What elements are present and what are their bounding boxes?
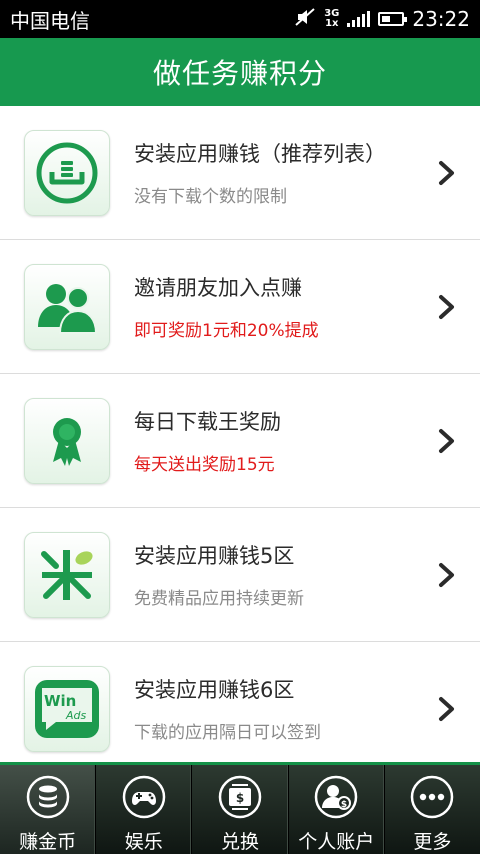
tab-earn-coins[interactable]: 赚金币: [0, 765, 97, 854]
task-subtitle: 每天送出奖励15元: [134, 455, 275, 475]
tab-label: 赚金币: [19, 831, 77, 853]
tab-more[interactable]: 更多: [385, 765, 480, 854]
chevron-right-icon: [438, 696, 456, 726]
svg-text:Win: Win: [44, 692, 76, 710]
friends-icon: [24, 263, 110, 350]
task-list: 安装应用赚钱（推荐列表） 没有下载个数的限制 邀请朋友加入点赚 即可奖励1元和2…: [0, 106, 480, 762]
download-tray-icon: [24, 129, 110, 216]
signal-icon: [347, 11, 371, 27]
winads-logo-icon: Win Ads: [24, 665, 110, 752]
carrier-name: 中国电信: [10, 8, 90, 33]
network-1x-label: 1x: [325, 18, 339, 29]
task-item-daily-download-king[interactable]: 每日下载王奖励 每天送出奖励15元: [0, 374, 480, 508]
task-item-invite-friends[interactable]: 邀请朋友加入点赚 即可奖励1元和20%提成: [0, 240, 480, 374]
task-subtitle: 即可奖励1元和20%提成: [134, 321, 319, 341]
tab-label: 兑换: [221, 831, 260, 853]
chevron-right-icon: [438, 294, 456, 324]
gamepad-icon: [121, 775, 167, 819]
task-title: 安装应用赚钱5区: [134, 544, 295, 568]
account-icon: $: [313, 775, 359, 819]
task-item-install-zone5[interactable]: 安装应用赚钱5区 免费精品应用持续更新: [0, 508, 480, 642]
exchange-icon: $: [217, 775, 263, 819]
svg-text:Ads: Ads: [65, 709, 87, 722]
task-title: 邀请朋友加入点赚: [134, 276, 302, 300]
page-title: 做任务赚积分: [152, 57, 327, 90]
status-bar: 中国电信 3G 1x 23:22: [0, 0, 480, 38]
svg-text:$: $: [236, 791, 244, 805]
mi-logo-icon: [24, 531, 110, 618]
tab-label: 娱乐: [124, 831, 163, 853]
task-subtitle: 免费精品应用持续更新: [134, 589, 304, 609]
svg-text:$: $: [341, 800, 347, 810]
tab-redeem[interactable]: $ 兑换: [192, 765, 289, 854]
network-type: 3G 1x: [324, 9, 339, 29]
task-title: 每日下载王奖励: [134, 410, 281, 434]
bottom-nav: 赚金币 娱乐 $ 兑换 $ 个人账户 更多: [0, 762, 480, 854]
chevron-right-icon: [438, 562, 456, 592]
mute-icon: [294, 7, 316, 32]
battery-icon: [378, 12, 408, 26]
tab-label: 更多: [413, 831, 452, 853]
task-title: 安装应用赚钱6区: [134, 678, 295, 702]
task-item-install-recommended[interactable]: 安装应用赚钱（推荐列表） 没有下载个数的限制: [0, 106, 480, 240]
header: 做任务赚积分: [0, 38, 480, 106]
clock: 23:22: [412, 7, 470, 31]
chevron-right-icon: [438, 428, 456, 458]
task-subtitle: 下载的应用隔日可以签到: [134, 723, 321, 743]
more-icon: [409, 775, 455, 819]
task-item-install-zone6[interactable]: Win Ads 安装应用赚钱6区 下载的应用隔日可以签到: [0, 642, 480, 762]
tab-account[interactable]: $ 个人账户: [289, 765, 385, 854]
tab-label: 个人账户: [298, 831, 375, 853]
award-ribbon-icon: [24, 397, 110, 484]
task-title: 安装应用赚钱（推荐列表）: [134, 142, 386, 166]
chevron-right-icon: [438, 160, 456, 190]
tab-entertainment[interactable]: 娱乐: [96, 765, 193, 854]
task-subtitle: 没有下载个数的限制: [134, 187, 287, 207]
coin-stack-icon: [25, 775, 71, 819]
